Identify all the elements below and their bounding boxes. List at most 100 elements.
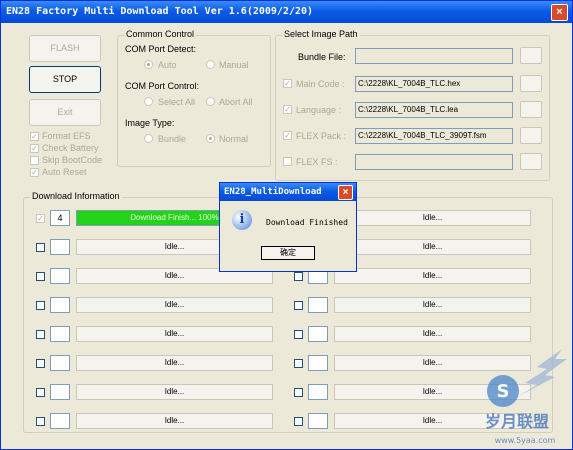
download-info-title: Download Information: [30, 191, 122, 201]
port-number: [50, 326, 70, 342]
close-button[interactable]: ×: [551, 4, 568, 21]
window-title: EN28 Factory Multi Download Tool Ver 1.6…: [6, 6, 314, 17]
image-path-field[interactable]: C:\2228\KL_7004B_TLC.hex: [355, 76, 513, 92]
progress-bar: Idle...: [334, 326, 531, 342]
wing-icon: [517, 349, 567, 397]
port-number: [308, 413, 328, 429]
image-row-checkbox[interactable]: [283, 157, 292, 166]
option-checkbox[interactable]: ✓: [30, 144, 39, 153]
port-checkbox[interactable]: [294, 301, 303, 310]
flash-button[interactable]: FLASH: [29, 35, 101, 62]
port-checkbox[interactable]: [36, 272, 45, 281]
dialog-message: Download Finished: [266, 218, 348, 227]
select-all-label: Select All: [158, 97, 196, 107]
main-window: EN28 Factory Multi Download Tool Ver 1.6…: [0, 0, 573, 450]
option-label: Check Battery: [42, 143, 99, 153]
progress-bar: Idle...: [76, 413, 273, 429]
port-checkbox[interactable]: [36, 330, 45, 339]
progress-bar: Idle...: [76, 326, 273, 342]
stop-button[interactable]: STOP: [29, 66, 101, 93]
watermark-text: 岁月联盟: [485, 412, 549, 431]
option-checkbox[interactable]: [30, 156, 39, 165]
port-number: [308, 297, 328, 313]
manual-radio[interactable]: [206, 60, 215, 69]
image-row-label: Main Code :: [296, 79, 345, 89]
port-checkbox[interactable]: [36, 417, 45, 426]
bundle-file-field[interactable]: [355, 48, 513, 64]
port-checkbox[interactable]: [294, 388, 303, 397]
select-all-radio[interactable]: [144, 97, 153, 106]
image-path-field[interactable]: C:\2228\KL_7004B_TLC_3909T.fsm: [355, 128, 513, 144]
exit-button[interactable]: Exit: [29, 99, 101, 126]
port-number: [308, 326, 328, 342]
image-path-field[interactable]: [355, 154, 513, 170]
com-port-detect-label: COM Port Detect:: [125, 44, 197, 54]
progress-bar: Idle...: [334, 210, 531, 226]
image-row-checkbox[interactable]: ✓: [283, 79, 292, 88]
port-number: [308, 355, 328, 371]
abort-all-radio[interactable]: [206, 97, 215, 106]
title-bar[interactable]: EN28 Factory Multi Download Tool Ver 1.6…: [1, 1, 572, 23]
image-type-label: Image Type:: [125, 118, 175, 128]
port-number: [50, 384, 70, 400]
port-checkbox[interactable]: [36, 243, 45, 252]
bundle-radio[interactable]: [144, 134, 153, 143]
watermark-logo: S 岁月联盟 www.5yaa.com: [485, 349, 567, 445]
option-checkbox[interactable]: ✓: [30, 132, 39, 141]
port-checkbox[interactable]: ✓: [36, 214, 45, 223]
progress-bar: Idle...: [334, 239, 531, 255]
abort-all-label: Abort All: [219, 97, 253, 107]
port-checkbox[interactable]: [294, 359, 303, 368]
progress-bar: Idle...: [334, 297, 531, 313]
port-number: [50, 268, 70, 284]
port-number: [50, 413, 70, 429]
image-browse-button[interactable]: [520, 127, 542, 144]
progress-bar: Idle...: [76, 384, 273, 400]
port-checkbox[interactable]: [294, 417, 303, 426]
image-row-label: FLEX Pack :: [296, 131, 347, 141]
dialog-close-button[interactable]: ×: [338, 185, 353, 200]
bundle-file-browse-button[interactable]: [520, 47, 542, 64]
image-browse-button[interactable]: [520, 153, 542, 170]
port-checkbox[interactable]: [36, 301, 45, 310]
image-row-label: FLEX FS :: [296, 157, 338, 167]
image-path-field[interactable]: C:\2228\KL_7004B_TLC.lea: [355, 102, 513, 118]
dialog-title-bar[interactable]: EN28_MultiDownload ×: [220, 183, 356, 201]
port-checkbox[interactable]: [294, 330, 303, 339]
port-checkbox[interactable]: [36, 359, 45, 368]
bundle-file-label: Bundle File:: [298, 52, 346, 62]
progress-bar: Idle...: [76, 297, 273, 313]
image-path-title: Select Image Path: [282, 29, 360, 39]
port-number: [50, 239, 70, 255]
normal-radio[interactable]: [206, 134, 215, 143]
port-number: [308, 384, 328, 400]
normal-label: Normal: [219, 134, 249, 144]
auto-radio[interactable]: [144, 60, 153, 69]
port-checkbox[interactable]: [294, 272, 303, 281]
info-icon: i: [232, 210, 252, 230]
image-browse-button[interactable]: [520, 75, 542, 92]
option-label: Format EFS: [42, 131, 91, 141]
progress-bar: Idle...: [76, 355, 273, 371]
bundle-label: Bundle: [158, 134, 187, 144]
port-number: 4: [50, 210, 70, 226]
dialog-title: EN28_MultiDownload: [224, 187, 322, 197]
download-dialog: EN28_MultiDownload × i Download Finished…: [219, 182, 357, 272]
progress-bar: Idle...: [334, 268, 531, 284]
image-row-checkbox[interactable]: ✓: [283, 131, 292, 140]
manual-label: Manual: [219, 60, 249, 70]
image-row-checkbox[interactable]: ✓: [283, 105, 292, 114]
image-row-label: Language :: [296, 105, 342, 115]
auto-label: Auto: [158, 60, 177, 70]
port-number: [50, 297, 70, 313]
com-port-control-label: COM Port Control:: [125, 81, 200, 91]
port-number: [50, 355, 70, 371]
option-checkbox[interactable]: ✓: [30, 168, 39, 177]
dialog-ok-button[interactable]: 确定: [261, 246, 315, 260]
option-label: Auto Reset: [42, 167, 87, 177]
option-label: Skip BootCode: [42, 155, 103, 165]
image-browse-button[interactable]: [520, 101, 542, 118]
port-checkbox[interactable]: [36, 388, 45, 397]
svg-text:S: S: [497, 381, 510, 402]
common-control-title: Common Control: [124, 29, 197, 39]
